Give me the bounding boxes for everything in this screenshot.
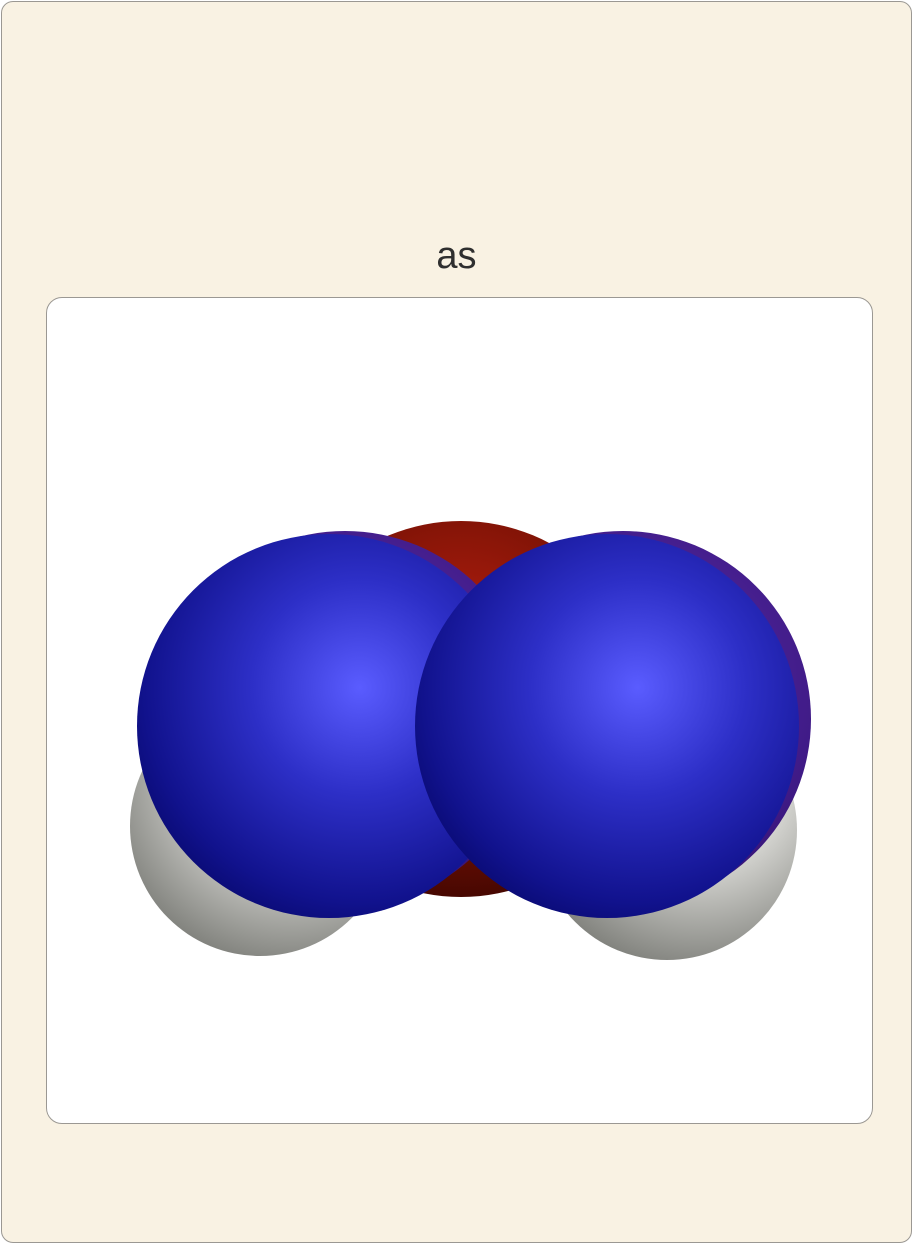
molecule-render bbox=[130, 521, 811, 960]
nitrogen-atom-right bbox=[415, 534, 799, 918]
card-title: as bbox=[436, 235, 477, 277]
molecule-card: as bbox=[1, 1, 912, 1243]
molecule-viewer[interactable] bbox=[46, 297, 873, 1124]
